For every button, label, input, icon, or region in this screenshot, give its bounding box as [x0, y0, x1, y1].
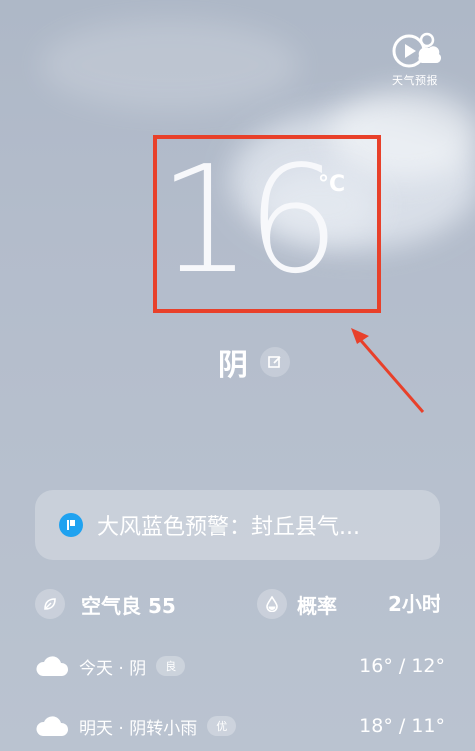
- forecast-row-tomorrow[interactable]: 明天 · 阴转小雨 优 18° / 11°: [35, 708, 445, 744]
- background-cloud: [40, 20, 300, 110]
- air-quality-stat[interactable]: 空气良 55: [35, 588, 176, 620]
- precipitation-stat[interactable]: 概率: [257, 588, 337, 620]
- aqi-badge: 良: [156, 656, 186, 676]
- forecast-row-today[interactable]: 今天 · 阴 良 16° / 12°: [35, 648, 445, 684]
- current-temperature: 16: [158, 134, 340, 306]
- probability-label: 概率: [297, 593, 337, 618]
- alert-text: 大风蓝色预警：封丘县气...: [97, 515, 360, 540]
- leaf-icon: [35, 589, 65, 619]
- annotation-arrow-icon: [351, 328, 425, 413]
- cloud-icon: [36, 656, 69, 676]
- water-drop-icon: [257, 589, 287, 619]
- edit-button[interactable]: [260, 347, 290, 377]
- forecast-temps: 16° / 12°: [359, 655, 445, 677]
- edit-icon: [268, 356, 281, 368]
- cloud-icon: [36, 716, 69, 736]
- alert-flag-icon: [59, 513, 83, 537]
- forecast-label: 明天 · 阴转小雨: [79, 718, 198, 739]
- forecast-label: 今天 · 阴: [79, 658, 147, 679]
- probability-value: 2小时: [388, 592, 440, 616]
- condition-row: 阴: [218, 340, 290, 384]
- app-name: 天气预报: [392, 74, 438, 87]
- weather-app-logo[interactable]: 天气预报: [375, 30, 455, 88]
- weather-alert-card[interactable]: 大风蓝色预警：封丘县气...: [35, 490, 440, 560]
- temperature-unit: °C: [318, 172, 346, 197]
- forecast-temps: 18° / 11°: [359, 715, 445, 737]
- aqi-badge: 优: [207, 716, 237, 736]
- air-quality-label: 空气良 55: [81, 593, 176, 618]
- play-cloud-icon: [392, 32, 441, 68]
- weather-condition: 阴: [218, 348, 248, 383]
